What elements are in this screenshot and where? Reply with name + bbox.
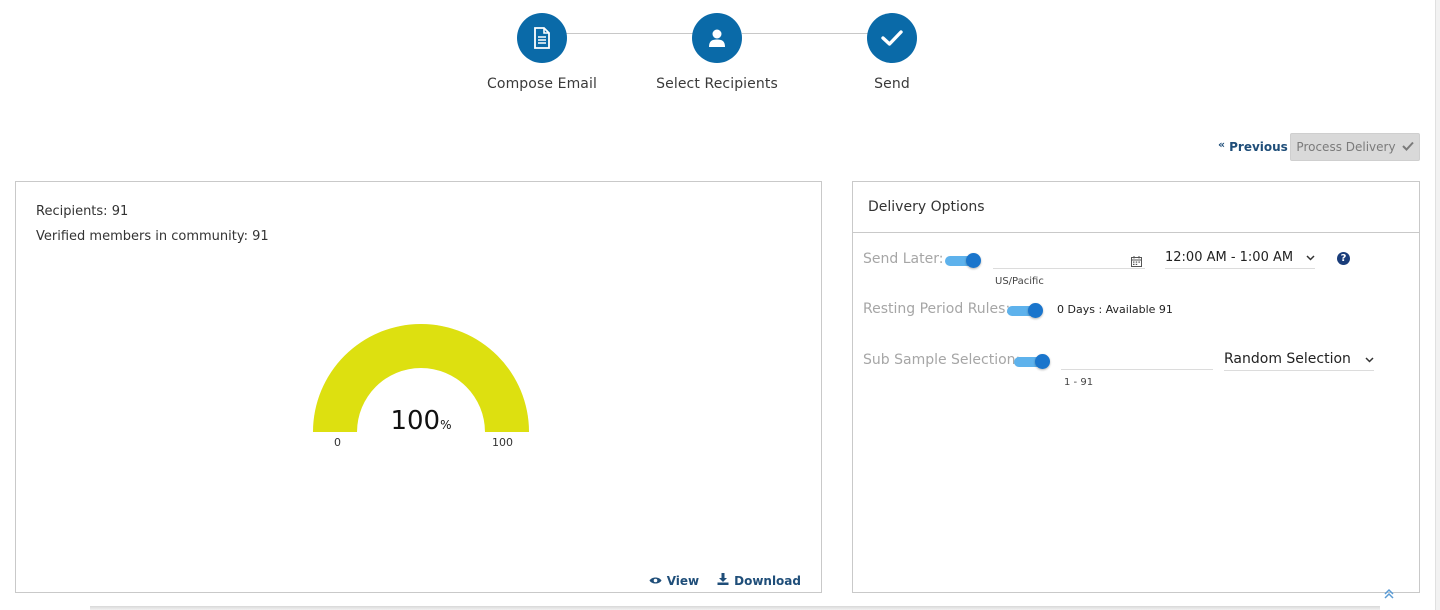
scroll-to-top-icon[interactable]: [1383, 588, 1395, 604]
step-send[interactable]: Send: [817, 13, 967, 92]
recipients-summary-panel: Recipients: 91 Verified members in commu…: [15, 181, 822, 593]
step-label: Compose Email: [487, 76, 597, 92]
sub-sample-range: 1 - 91: [1064, 377, 1094, 388]
step-select-recipients[interactable]: Select Recipients: [642, 13, 792, 92]
resting-period-info: 0 Days : Available 91: [1057, 303, 1173, 316]
gauge-min-label: 0: [334, 436, 341, 449]
checkmark-icon: [1401, 140, 1414, 154]
verified-members-count: Verified members in community: 91: [36, 229, 269, 244]
step-compose-email[interactable]: Compose Email: [467, 13, 617, 92]
document-icon: [517, 13, 567, 63]
sub-sample-method-select[interactable]: Random Selection: [1224, 351, 1374, 371]
chevron-down-icon: [1306, 250, 1315, 265]
checkmark-icon: [867, 13, 917, 63]
scrollbar-edge[interactable]: [1435, 0, 1440, 610]
eye-icon: [649, 574, 662, 588]
gauge-max-label: 100: [492, 436, 513, 449]
resting-period-toggle[interactable]: [1007, 303, 1043, 318]
help-icon[interactable]: ?: [1337, 252, 1350, 265]
view-link[interactable]: View: [649, 573, 699, 588]
sub-sample-label: Sub Sample Selection:: [863, 352, 1021, 368]
resting-period-label: Resting Period Rules:: [863, 301, 1011, 317]
calendar-icon[interactable]: [1131, 252, 1142, 271]
previous-label: Previous: [1229, 140, 1288, 154]
send-later-toggle[interactable]: [945, 253, 981, 268]
step-label: Select Recipients: [656, 76, 778, 92]
time-range-select[interactable]: 12:00 AM - 1:00 AM: [1165, 250, 1315, 269]
delivery-options-title: Delivery Options: [853, 182, 1419, 233]
double-chevron-left-icon: «: [1218, 137, 1226, 151]
progress-stepper: Compose Email Select Recipients Send: [0, 0, 1440, 110]
process-delivery-label: Process Delivery: [1296, 140, 1396, 154]
sub-sample-toggle[interactable]: [1014, 354, 1050, 369]
timezone-label: US/Pacific: [995, 276, 1044, 287]
panel-footer-links: View Download: [649, 573, 801, 588]
recipients-count: Recipients: 91: [36, 204, 129, 219]
download-link[interactable]: Download: [717, 573, 801, 588]
process-delivery-button[interactable]: Process Delivery: [1290, 133, 1420, 161]
user-icon: [692, 13, 742, 63]
send-later-label: Send Later:: [863, 251, 944, 267]
step-label: Send: [874, 76, 910, 92]
bottom-shadow: [90, 606, 1380, 610]
delivery-options-panel: Delivery Options Send Later: US/Pacific …: [852, 181, 1420, 593]
chevron-down-icon: [1365, 351, 1374, 367]
previous-button[interactable]: « Previous: [1218, 137, 1288, 155]
send-later-date-input[interactable]: [993, 268, 1145, 269]
download-icon: [717, 573, 729, 588]
sub-sample-input[interactable]: [1061, 369, 1213, 370]
gauge-value: 100%: [390, 406, 452, 436]
